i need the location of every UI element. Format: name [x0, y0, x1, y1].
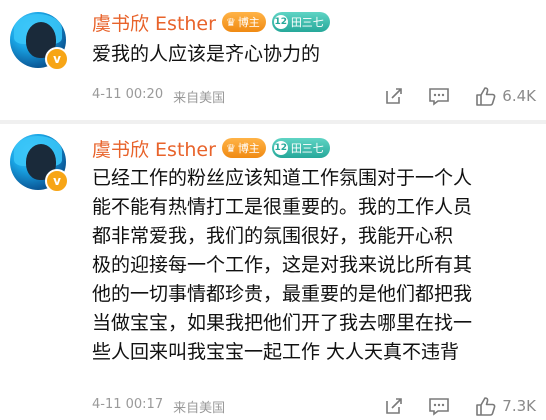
avatar[interactable]: v — [10, 134, 69, 193]
timestamp: 4-11 00:17 — [92, 396, 164, 412]
crown-icon: ♛ — [225, 15, 236, 29]
post-header: 虞书欣 Esther ♛ 博主 12 田三七 — [92, 8, 330, 36]
comment-button[interactable] — [428, 86, 450, 106]
post-text-line: 些人回来叫我宝宝一起工作 大人天真不违背 — [92, 341, 460, 363]
share-button[interactable] — [384, 396, 404, 416]
post-text-line: 爱我的人应该是齐心协力的 — [92, 43, 321, 65]
share-button[interactable] — [384, 86, 404, 106]
post-text: 已经工作的粉丝应该知道工作氛围对于一个人 能不能有热情打工是很重要的。我的工作人… — [92, 164, 532, 367]
verified-badge-icon: v — [45, 47, 69, 71]
post-actions: 7.3K — [384, 395, 536, 417]
fan-level-badge[interactable]: 12 田三七 — [271, 138, 330, 158]
post: v 虞书欣 Esther ♛ 博主 12 田三七 爱我的人应该是齐心协力的 4-… — [0, 0, 546, 122]
like-button[interactable]: 7.3K — [474, 395, 536, 417]
fan-badge-label: 田三七 — [290, 16, 324, 29]
like-icon — [476, 87, 496, 106]
comment-button[interactable] — [428, 396, 450, 416]
comment-icon — [429, 398, 450, 416]
fan-badge-label: 田三七 — [290, 142, 324, 155]
post-meta: 4-11 00:17 来自美国 — [92, 397, 225, 416]
timestamp: 4-11 00:20 — [92, 86, 164, 102]
like-count: 7.3K — [502, 397, 536, 415]
blogger-badge-label: 博主 — [237, 16, 260, 29]
like-icon — [476, 397, 496, 416]
post-text-line: 他的一切事情都珍贵，最重要的是他们都把我 — [92, 283, 473, 305]
post-text-line: 当做宝宝，如果我把他们开了我去哪里在找一 — [92, 312, 473, 334]
post-actions: 6.4K — [384, 85, 536, 107]
post-text: 爱我的人应该是齐心协力的 — [92, 40, 532, 69]
fan-level-number: 12 — [273, 15, 288, 29]
blogger-badge[interactable]: ♛ 博主 — [221, 138, 266, 158]
avatar[interactable]: v — [10, 12, 69, 71]
blogger-badge[interactable]: ♛ 博主 — [221, 12, 266, 32]
post-text-line: 都非常爱我，我们的氛围很好，我能开心积 — [92, 225, 454, 247]
fan-level-number: 12 — [273, 141, 288, 155]
comment-icon — [429, 88, 450, 106]
post-text-line: 已经工作的粉丝应该知道工作氛围对于一个人 — [92, 167, 473, 189]
username[interactable]: 虞书欣 Esther — [92, 9, 216, 36]
location: 来自美国 — [173, 90, 226, 106]
crown-icon: ♛ — [225, 141, 236, 155]
post-text-line: 极的迎接每一个工作，这是对我来说比所有其 — [92, 254, 473, 276]
post-text-line: 能不能有热情打工是很重要的。我的工作人员 — [92, 196, 473, 218]
share-icon — [386, 398, 403, 414]
post-meta: 4-11 00:20 来自美国 — [92, 87, 225, 106]
fan-level-badge[interactable]: 12 田三七 — [271, 12, 330, 32]
share-icon — [386, 88, 403, 104]
verified-badge-icon: v — [45, 169, 69, 193]
post-footer: 4-11 00:17 来自美国 7.3K — [92, 394, 536, 418]
blogger-badge-label: 博主 — [237, 142, 260, 155]
post: v 虞书欣 Esther ♛ 博主 12 田三七 已经工作的粉丝应该知道工作氛围… — [0, 122, 546, 420]
post-header: 虞书欣 Esther ♛ 博主 12 田三七 — [92, 134, 330, 162]
like-button[interactable]: 6.4K — [474, 85, 536, 107]
like-count: 6.4K — [502, 87, 536, 105]
username[interactable]: 虞书欣 Esther — [92, 135, 216, 162]
location: 来自美国 — [173, 400, 226, 416]
post-footer: 4-11 00:20 来自美国 6.4K — [92, 84, 536, 108]
